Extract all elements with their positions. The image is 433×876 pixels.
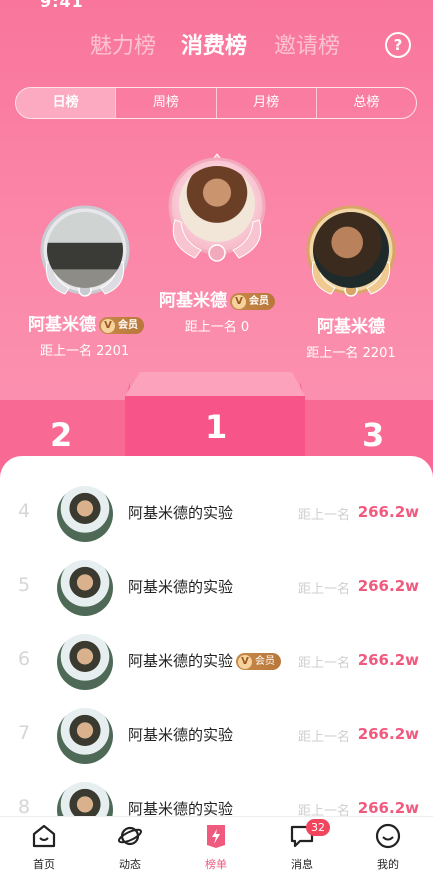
- period-total[interactable]: 总榜: [315, 88, 416, 118]
- list-item[interactable]: 4 阿基米德的实验 距上一名 266.2w: [0, 476, 433, 550]
- period-monthly[interactable]: 月榜: [215, 88, 316, 118]
- planet-icon: [117, 826, 143, 846]
- gap-value: 266.2w: [357, 651, 419, 669]
- tab-invite[interactable]: 邀请榜: [274, 28, 340, 60]
- user-name-row: 阿基米德的实验 V 会员: [128, 650, 282, 671]
- podium-first[interactable]: 阿基米德 V 会员 距上一名 0: [142, 150, 292, 335]
- gap-value: 266.2w: [357, 577, 419, 595]
- vip-badge: V 会员: [99, 316, 144, 334]
- tab-rank[interactable]: 榜单: [186, 823, 246, 872]
- podium-second-name-row: 阿基米德 V 会员: [18, 310, 152, 335]
- user-name: 阿基米德的实验: [128, 726, 234, 744]
- user-name: 阿基米德的实验: [128, 800, 234, 816]
- tab-messages-label: 消息: [291, 858, 313, 871]
- avatar-second: [47, 212, 123, 288]
- period-daily[interactable]: 日榜: [16, 88, 116, 118]
- period-weekly[interactable]: 周榜: [115, 88, 215, 118]
- bottom-tab-bar: 首页 动态 榜单 消息 32 我的: [0, 816, 433, 876]
- vip-badge: V 会员: [230, 292, 275, 310]
- user-name: 阿基米德的实验: [128, 652, 234, 670]
- rank-number: 6: [18, 648, 31, 670]
- podium-third-gap: 距上一名 2201: [306, 346, 396, 361]
- ranking-list: 4 阿基米德的实验 距上一名 266.2w 5 阿基米德的实验 距上一名 266…: [0, 456, 433, 816]
- tab-feed-label: 动态: [119, 858, 141, 871]
- tab-rank-label: 榜单: [205, 858, 227, 871]
- home-icon: [32, 824, 56, 848]
- leaderboard-category-nav: 魅力榜 消费榜 邀请榜 ?: [0, 28, 433, 62]
- avatar-frame-first: [165, 150, 269, 270]
- list-item[interactable]: 8 阿基米德的实验 距上一名 266.2w: [0, 772, 433, 816]
- help-icon[interactable]: ?: [385, 32, 411, 58]
- podium-rank-1: 1: [205, 408, 228, 446]
- podium-first-name-row: 阿基米德 V 会员: [142, 286, 292, 311]
- user-name: 阿基米德的实验: [128, 504, 234, 522]
- rank-number: 5: [18, 574, 31, 596]
- podium-third-name: 阿基米德: [317, 317, 385, 337]
- podium-first-name: 阿基米德: [159, 291, 227, 311]
- avatar: [57, 634, 113, 690]
- gap-value: 266.2w: [357, 503, 419, 521]
- avatar-first: [179, 166, 255, 242]
- rank-number: 8: [18, 796, 31, 816]
- avatar-third: [313, 212, 389, 288]
- podium-second-name: 阿基米德: [28, 315, 96, 335]
- podium-second-gap: 距上一名 2201: [40, 344, 130, 359]
- vip-label: 会员: [255, 656, 276, 667]
- avatar: [57, 486, 113, 542]
- user-name: 阿基米德的实验: [128, 578, 234, 596]
- avatar: [57, 782, 113, 816]
- tab-home-label: 首页: [33, 858, 55, 871]
- gap-label: 距上一名: [298, 804, 351, 816]
- tab-me[interactable]: 我的: [358, 823, 418, 872]
- podium-first-gap: 距上一名 0: [184, 320, 250, 335]
- tab-feed[interactable]: 动态: [100, 823, 160, 872]
- vip-label: 会员: [249, 295, 269, 307]
- gap-value: 266.2w: [357, 725, 419, 743]
- status-time: 9:41: [40, 0, 84, 11]
- leaderboard-icon: [207, 825, 225, 848]
- rank-number: 4: [18, 500, 31, 522]
- podium-third[interactable]: 阿基米德 距上一名 2201: [296, 202, 406, 361]
- list-item[interactable]: 5 阿基米德的实验 距上一名 266.2w: [0, 550, 433, 624]
- list-item[interactable]: 6 阿基米德的实验 V 会员 距上一名 266.2w: [0, 624, 433, 698]
- period-selector: 日榜 周榜 月榜 总榜: [15, 87, 417, 119]
- vip-v-icon: V: [232, 294, 246, 309]
- profile-icon: [375, 823, 401, 849]
- podium-second[interactable]: 阿基米德 V 会员 距上一名 2201: [18, 202, 152, 359]
- vip-v-icon: V: [238, 655, 253, 669]
- avatar: [57, 708, 113, 764]
- vip-badge: V 会员: [236, 653, 282, 670]
- podium-rank-3: 3: [362, 416, 385, 454]
- gap-label: 距上一名: [298, 656, 351, 671]
- message-count-badge: 32: [306, 819, 330, 836]
- gap-label: 距上一名: [298, 730, 351, 745]
- tab-home[interactable]: 首页: [14, 823, 74, 872]
- avatar-frame-second: [39, 202, 131, 298]
- tab-charm[interactable]: 魅力榜: [90, 28, 156, 60]
- tab-me-label: 我的: [377, 858, 399, 871]
- avatar: [57, 560, 113, 616]
- vip-label: 会员: [118, 319, 138, 331]
- gap-value: 266.2w: [357, 799, 419, 816]
- rank-number: 7: [18, 722, 31, 744]
- tab-spending[interactable]: 消费榜: [181, 28, 247, 60]
- gap-label: 距上一名: [298, 582, 351, 597]
- vip-v-icon: V: [101, 318, 115, 333]
- tab-messages[interactable]: 消息 32: [272, 819, 332, 872]
- list-item[interactable]: 7 阿基米德的实验 距上一名 266.2w: [0, 698, 433, 772]
- gap-label: 距上一名: [298, 508, 351, 523]
- podium-rank-2: 2: [50, 416, 73, 454]
- avatar-frame-third: [305, 202, 397, 298]
